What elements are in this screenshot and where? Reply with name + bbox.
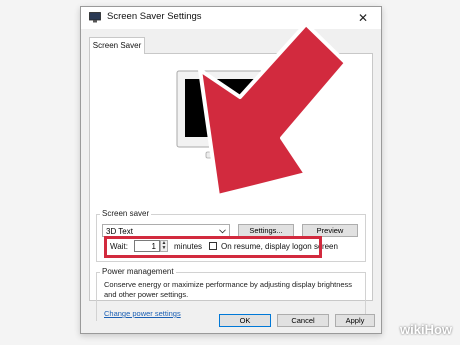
change-power-settings-link[interactable]: Change power settings [104,309,181,318]
tab-screen-saver[interactable]: Screen Saver [89,37,145,54]
screen-saver-select-value: 3D Text [106,227,133,236]
screen-saver-app-icon [89,12,101,23]
title-bar: Screen Saver Settings ✕ [81,7,381,29]
apply-button[interactable]: Apply [335,314,375,327]
tab-panel: Screen saver 3D Text Settings... Preview… [89,53,373,321]
monitor-preview-icon [176,70,280,159]
window-title: Screen Saver Settings [107,11,202,22]
screen-saver-settings-dialog: Screen Saver Settings ✕ Screen Saver Scr… [80,6,382,334]
screen-saver-group-label: Screen saver [100,209,152,218]
close-button[interactable]: ✕ [351,11,375,25]
wikihow-watermark: wikiHow [400,322,453,337]
ok-button[interactable]: OK [219,314,271,327]
dialog-client-area: Screen Saver Screen saver 3D Text Settin… [81,29,381,333]
power-description: Conserve energy or maximize performance … [104,280,353,299]
dropdown-chevron-icon [219,229,226,234]
power-management-group-label: Power management [100,267,176,276]
wait-highlight-box [104,236,322,258]
cancel-button[interactable]: Cancel [277,314,329,327]
close-icon: ✕ [357,11,369,25]
